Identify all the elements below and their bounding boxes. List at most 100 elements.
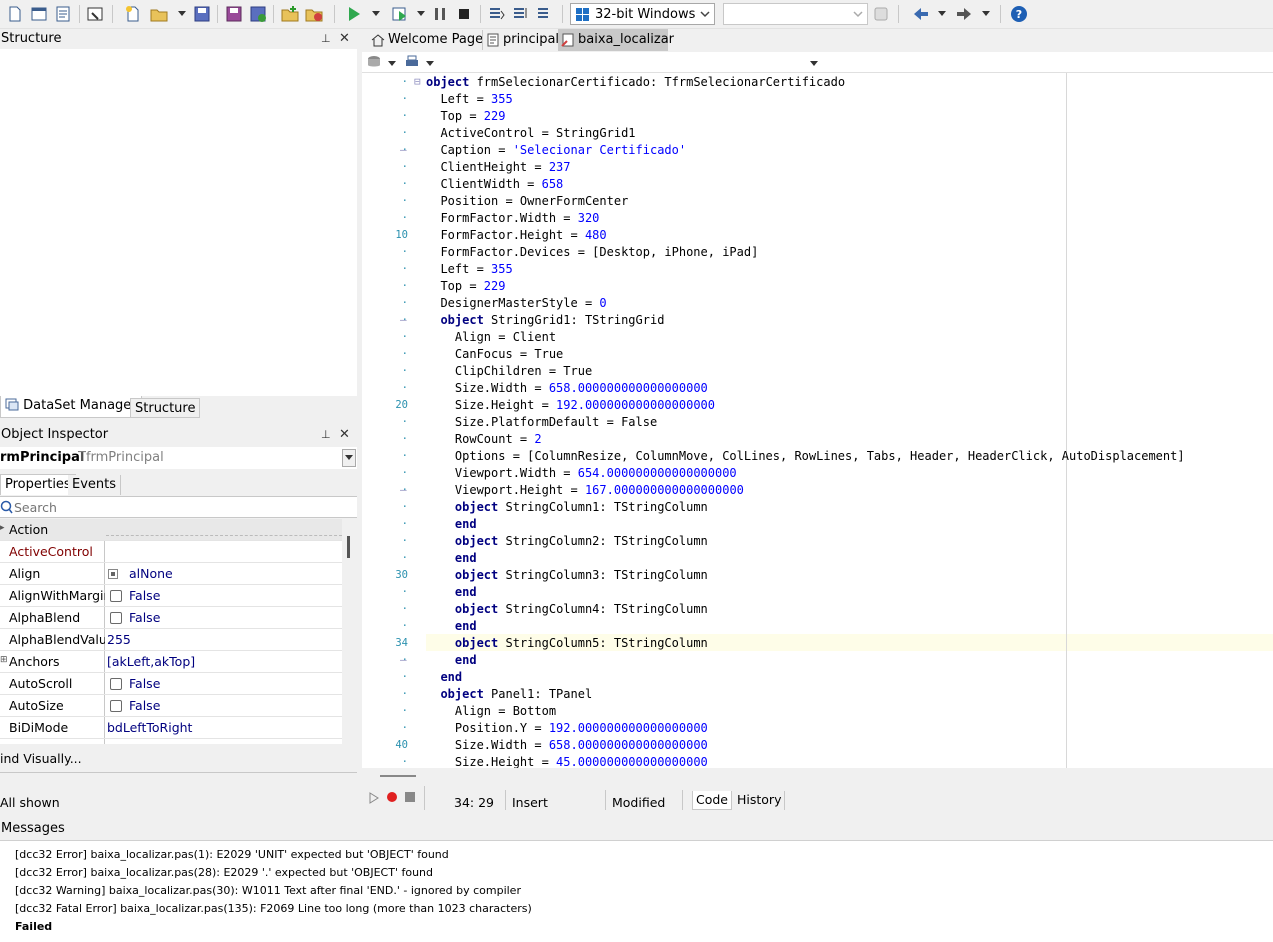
property-row-anchors[interactable]: ⊞ Anchors [akLeft,akTop] [0, 651, 342, 673]
code-line[interactable]: object frmSelecionarCertificado: TfrmSel… [426, 74, 845, 91]
code-line[interactable]: object StringColumn2: TStringColumn [426, 533, 708, 550]
expand-icon[interactable]: ▸ [0, 523, 5, 533]
property-row-align[interactable]: Align alNone [0, 563, 342, 585]
code-line[interactable]: object StringGrid1: TStringGrid [426, 312, 664, 329]
checkbox[interactable] [110, 612, 122, 624]
scrollbar-thumb[interactable] [380, 775, 416, 777]
run-dropdown-icon[interactable] [372, 11, 380, 16]
property-row-alphablendvalue[interactable]: AlphaBlendValue 255 [0, 629, 342, 651]
code-line[interactable]: ClientWidth = 658 [426, 176, 563, 193]
new-unit-icon[interactable] [54, 5, 72, 23]
property-row-alignwithmargins[interactable]: AlignWithMargins False [0, 585, 342, 607]
code-line[interactable]: object StringColumn4: TStringColumn [426, 601, 708, 618]
save-icon[interactable] [193, 5, 211, 23]
code-line[interactable]: end [426, 516, 477, 533]
code-line[interactable]: FormFactor.Devices = [Desktop, iPhone, i… [426, 244, 758, 261]
code-line[interactable]: Caption = 'Selecionar Certificado' [426, 142, 686, 159]
new-items-icon[interactable] [124, 5, 142, 23]
tab-events[interactable]: Events [68, 475, 122, 495]
code-line[interactable]: end [426, 652, 477, 669]
tab-structure[interactable]: Structure [130, 398, 201, 418]
code-line[interactable]: Size.Width = 658.000000000000000000 [426, 737, 708, 754]
add-to-project-icon[interactable] [281, 5, 299, 23]
run-without-debug-icon[interactable] [391, 5, 409, 23]
expand-icon[interactable]: ⊞ [0, 655, 8, 665]
code-line[interactable]: object StringColumn5: TStringColumn [426, 635, 708, 652]
checkbox[interactable] [110, 590, 122, 602]
code-line[interactable]: Size.Width = 658.000000000000000000 [426, 380, 708, 397]
save-all-icon[interactable] [225, 5, 243, 23]
code-line[interactable]: Size.PlatformDefault = False [426, 414, 657, 431]
find-visually-link[interactable]: ind Visually... [0, 751, 82, 766]
property-row-autoscroll[interactable]: AutoScroll False [0, 673, 342, 695]
back-arrow-icon[interactable] [912, 5, 930, 23]
run-to-cursor-icon[interactable] [536, 5, 554, 23]
property-row-activecontrol[interactable]: ActiveControl [0, 541, 342, 563]
code-line[interactable]: object Panel1: TPanel [426, 686, 592, 703]
code-line[interactable]: Top = 229 [426, 278, 505, 295]
fold-marker-icon[interactable]: – [400, 313, 407, 326]
checkbox[interactable] [110, 678, 122, 690]
property-row-action[interactable]: ▸ Action [0, 519, 342, 541]
printer-icon[interactable] [404, 55, 420, 69]
play-macro-icon[interactable] [369, 792, 379, 804]
code-line[interactable]: FormFactor.Height = 480 [426, 227, 606, 244]
refresh-icon[interactable] [872, 5, 890, 23]
code-line[interactable]: Viewport.Width = 654.000000000000000000 [426, 465, 737, 482]
pin-icon[interactable]: ⊥ [321, 33, 331, 45]
stop-macro-icon[interactable] [404, 791, 416, 803]
forward-arrow-icon[interactable] [955, 5, 973, 23]
help-icon[interactable]: ? [1010, 5, 1028, 23]
open-dropdown-icon[interactable] [178, 11, 186, 16]
code-line[interactable]: object StringColumn3: TStringColumn [426, 567, 708, 584]
code-line[interactable]: ActiveControl = StringGrid1 [426, 125, 635, 142]
tab-properties[interactable]: Properties [0, 474, 76, 495]
save-project-icon[interactable] [249, 5, 267, 23]
editor-horizontal-scrollbar[interactable] [362, 768, 1273, 785]
trace-into-icon[interactable] [488, 5, 506, 23]
fold-marker-icon[interactable]: – [400, 653, 407, 666]
code-line[interactable]: Options = [ColumnResize, ColumnMove, Col… [426, 448, 1185, 465]
object-selector-dropdown[interactable] [342, 449, 356, 467]
forward-dropdown-icon[interactable] [982, 11, 990, 16]
property-grid-scrollbar[interactable] [342, 519, 357, 744]
code-line[interactable]: Position.Y = 192.000000000000000000 [426, 720, 708, 737]
checkbox[interactable] [110, 700, 122, 712]
code-line[interactable]: Align = Bottom [426, 703, 556, 720]
message-item[interactable]: [dcc32 Fatal Error] baixa_localizar.pas(… [15, 902, 532, 915]
fold-marker-icon[interactable]: – [400, 483, 407, 496]
tab-principal[interactable]: principal [482, 30, 559, 50]
property-row-bidimode[interactable]: BiDiMode bdLeftToRight [0, 717, 342, 739]
fold-marker-icon[interactable]: – [400, 143, 407, 156]
step-over-icon[interactable] [512, 5, 530, 23]
run-icon[interactable] [345, 5, 363, 23]
tab-welcome-page[interactable]: Welcome Page [368, 30, 483, 50]
object-selector[interactable]: rmPrincipal TfrmPrincipal [0, 447, 357, 469]
open-folder-icon[interactable] [150, 5, 168, 23]
run-options-dropdown-icon[interactable] [417, 11, 425, 16]
code-line[interactable]: Position = OwnerFormCenter [426, 193, 628, 210]
code-line[interactable]: object StringColumn1: TStringColumn [426, 499, 708, 516]
code-line[interactable]: Size.Height = 192.000000000000000000 [426, 397, 715, 414]
open-project-icon[interactable] [86, 5, 104, 23]
code-line[interactable]: RowCount = 2 [426, 431, 542, 448]
code-line[interactable]: end [426, 584, 477, 601]
tab-history[interactable]: History [734, 791, 786, 810]
method-list-dropdown[interactable] [810, 61, 818, 66]
new-file-icon[interactable] [6, 5, 24, 23]
close-icon[interactable]: ✕ [339, 428, 350, 441]
chevron-down-icon[interactable] [388, 61, 396, 66]
message-item[interactable]: [dcc32 Warning] baixa_localizar.pas(30):… [15, 884, 521, 897]
pause-icon[interactable] [431, 5, 449, 23]
code-line[interactable]: end [426, 669, 462, 686]
platform-select[interactable]: 32-bit Windows [570, 3, 715, 25]
message-item[interactable]: [dcc32 Error] baixa_localizar.pas(1): E2… [15, 848, 449, 861]
scrollbar-thumb[interactable] [347, 536, 350, 558]
pin-icon[interactable]: ⊥ [321, 429, 331, 441]
back-dropdown-icon[interactable] [938, 11, 946, 16]
new-form-icon[interactable] [30, 5, 48, 23]
tab-dataset-manager[interactable]: DataSet Manager [0, 396, 142, 418]
code-line[interactable]: FormFactor.Width = 320 [426, 210, 599, 227]
property-row-autosize[interactable]: AutoSize False [0, 695, 342, 717]
tab-code[interactable]: Code [692, 791, 733, 810]
